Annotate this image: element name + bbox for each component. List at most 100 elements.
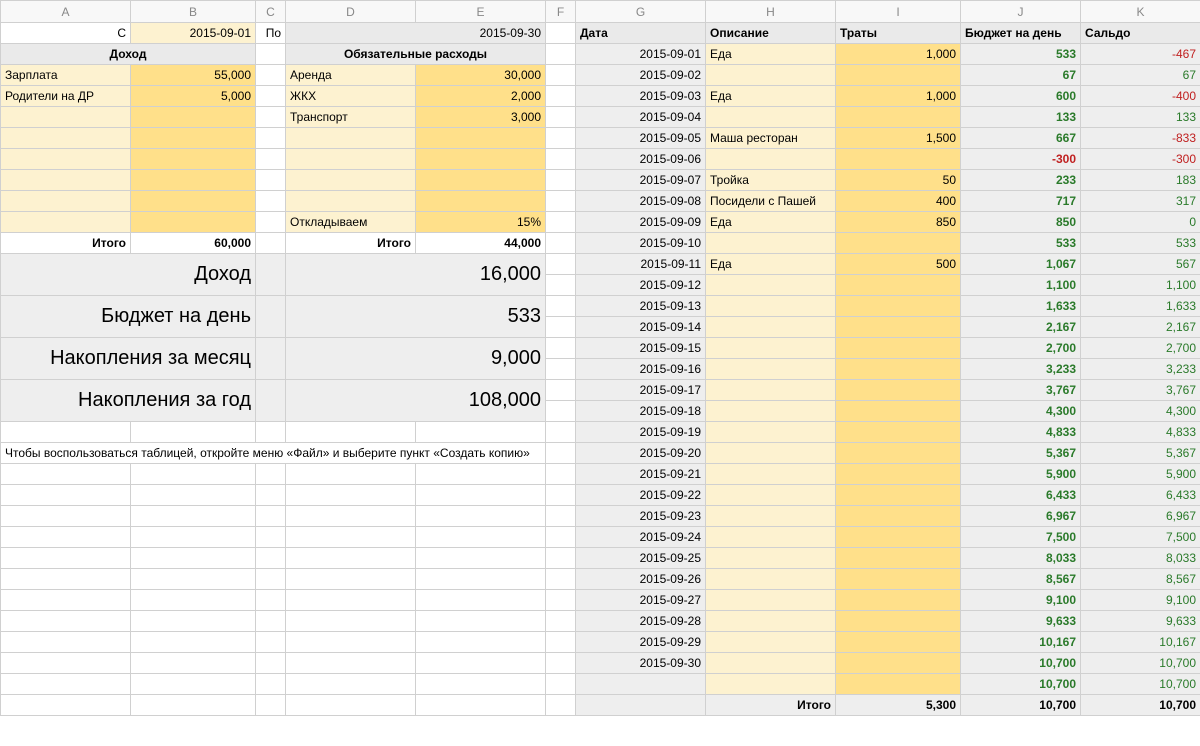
daily-desc[interactable]: Еда	[706, 86, 836, 107]
daily-spend[interactable]	[836, 233, 961, 254]
daily-desc[interactable]: Еда	[706, 212, 836, 233]
date-to[interactable]: 2015-09-30	[286, 23, 546, 44]
blank[interactable]	[1, 632, 131, 653]
daily-desc[interactable]: Еда	[706, 44, 836, 65]
daily-desc[interactable]	[706, 632, 836, 653]
daily-date[interactable]: 2015-09-11	[576, 254, 706, 275]
daily-spend[interactable]	[836, 65, 961, 86]
blank[interactable]	[546, 674, 576, 695]
daily-spend[interactable]: 1,000	[836, 44, 961, 65]
summary-label[interactable]: Накопления за месяц	[1, 338, 256, 380]
blank[interactable]	[546, 359, 576, 380]
daily-desc[interactable]	[706, 611, 836, 632]
daily-budget[interactable]: 600	[961, 86, 1081, 107]
blank[interactable]	[546, 191, 576, 212]
daily-date[interactable]: 2015-09-22	[576, 485, 706, 506]
blank[interactable]	[416, 674, 546, 695]
daily-desc[interactable]	[706, 527, 836, 548]
daily-budget[interactable]: -300	[961, 149, 1081, 170]
daily-desc[interactable]	[706, 317, 836, 338]
daily-date[interactable]	[576, 674, 706, 695]
blank[interactable]	[416, 485, 546, 506]
daily-budget[interactable]: 2,700	[961, 338, 1081, 359]
daily-date[interactable]: 2015-09-25	[576, 548, 706, 569]
daily-saldo[interactable]: 5,900	[1081, 464, 1200, 485]
blank[interactable]	[286, 590, 416, 611]
daily-budget[interactable]: 9,633	[961, 611, 1081, 632]
blank[interactable]	[131, 590, 256, 611]
daily-desc[interactable]: Тройка	[706, 170, 836, 191]
summary-value[interactable]: 16,000	[286, 254, 546, 296]
daily-spend[interactable]	[836, 569, 961, 590]
daily-date[interactable]: 2015-09-24	[576, 527, 706, 548]
income-total-value[interactable]: 60,000	[131, 233, 256, 254]
income-name[interactable]	[1, 149, 131, 170]
blank[interactable]	[286, 527, 416, 548]
daily-desc[interactable]	[706, 149, 836, 170]
income-name[interactable]	[1, 128, 131, 149]
blank[interactable]	[1, 695, 131, 716]
daily-saldo[interactable]: 2,167	[1081, 317, 1200, 338]
daily-date[interactable]: 2015-09-06	[576, 149, 706, 170]
daily-date[interactable]: 2015-09-27	[576, 590, 706, 611]
daily-date[interactable]: 2015-09-20	[576, 443, 706, 464]
expense-amount[interactable]: 2,000	[416, 86, 546, 107]
col-header[interactable]: I	[836, 1, 961, 23]
daily-spend[interactable]	[836, 464, 961, 485]
daily-desc[interactable]	[706, 275, 836, 296]
daily-date[interactable]: 2015-09-02	[576, 65, 706, 86]
blank[interactable]	[1, 506, 131, 527]
blank[interactable]	[256, 464, 286, 485]
blank[interactable]	[286, 695, 416, 716]
daily-date[interactable]: 2015-09-15	[576, 338, 706, 359]
expense-amount[interactable]: 3,000	[416, 107, 546, 128]
summary-value[interactable]: 108,000	[286, 380, 546, 422]
daily-saldo[interactable]: -300	[1081, 149, 1200, 170]
daily-desc[interactable]	[706, 107, 836, 128]
blank[interactable]	[131, 548, 256, 569]
blank[interactable]	[256, 380, 286, 422]
col-header[interactable]: G	[576, 1, 706, 23]
daily-budget[interactable]: 2,167	[961, 317, 1081, 338]
daily-saldo[interactable]: 4,300	[1081, 401, 1200, 422]
blank[interactable]	[416, 527, 546, 548]
daily-spend[interactable]	[836, 149, 961, 170]
daily-date[interactable]: 2015-09-18	[576, 401, 706, 422]
income-name[interactable]	[1, 212, 131, 233]
blank[interactable]	[286, 464, 416, 485]
summary-label[interactable]: Доход	[1, 254, 256, 296]
col-header[interactable]: A	[1, 1, 131, 23]
col-header[interactable]: B	[131, 1, 256, 23]
blank[interactable]	[546, 128, 576, 149]
blank[interactable]	[131, 422, 256, 443]
blank[interactable]	[546, 611, 576, 632]
expense-title[interactable]: Обязательные расходы	[286, 44, 546, 65]
blank[interactable]	[546, 422, 576, 443]
daily-saldo[interactable]: 133	[1081, 107, 1200, 128]
daily-desc[interactable]: Посидели с Пашей	[706, 191, 836, 212]
blank[interactable]	[131, 485, 256, 506]
blank[interactable]	[546, 590, 576, 611]
blank[interactable]	[256, 527, 286, 548]
blank[interactable]	[416, 506, 546, 527]
daily-desc[interactable]	[706, 443, 836, 464]
blank[interactable]	[1, 464, 131, 485]
blank[interactable]	[416, 422, 546, 443]
daily-budget[interactable]: 10,700	[961, 653, 1081, 674]
blank[interactable]	[1, 611, 131, 632]
col-header[interactable]: D	[286, 1, 416, 23]
header-desc[interactable]: Описание	[706, 23, 836, 44]
expense-name[interactable]: Откладываем	[286, 212, 416, 233]
blank[interactable]	[256, 674, 286, 695]
daily-spend[interactable]	[836, 338, 961, 359]
daily-date[interactable]: 2015-09-13	[576, 296, 706, 317]
daily-spend[interactable]	[836, 275, 961, 296]
blank[interactable]	[546, 86, 576, 107]
blank[interactable]	[256, 548, 286, 569]
blank[interactable]	[286, 569, 416, 590]
col-header[interactable]: J	[961, 1, 1081, 23]
blank[interactable]	[286, 674, 416, 695]
blank[interactable]	[131, 506, 256, 527]
expense-name[interactable]	[286, 128, 416, 149]
summary-label[interactable]: Бюджет на день	[1, 296, 256, 338]
